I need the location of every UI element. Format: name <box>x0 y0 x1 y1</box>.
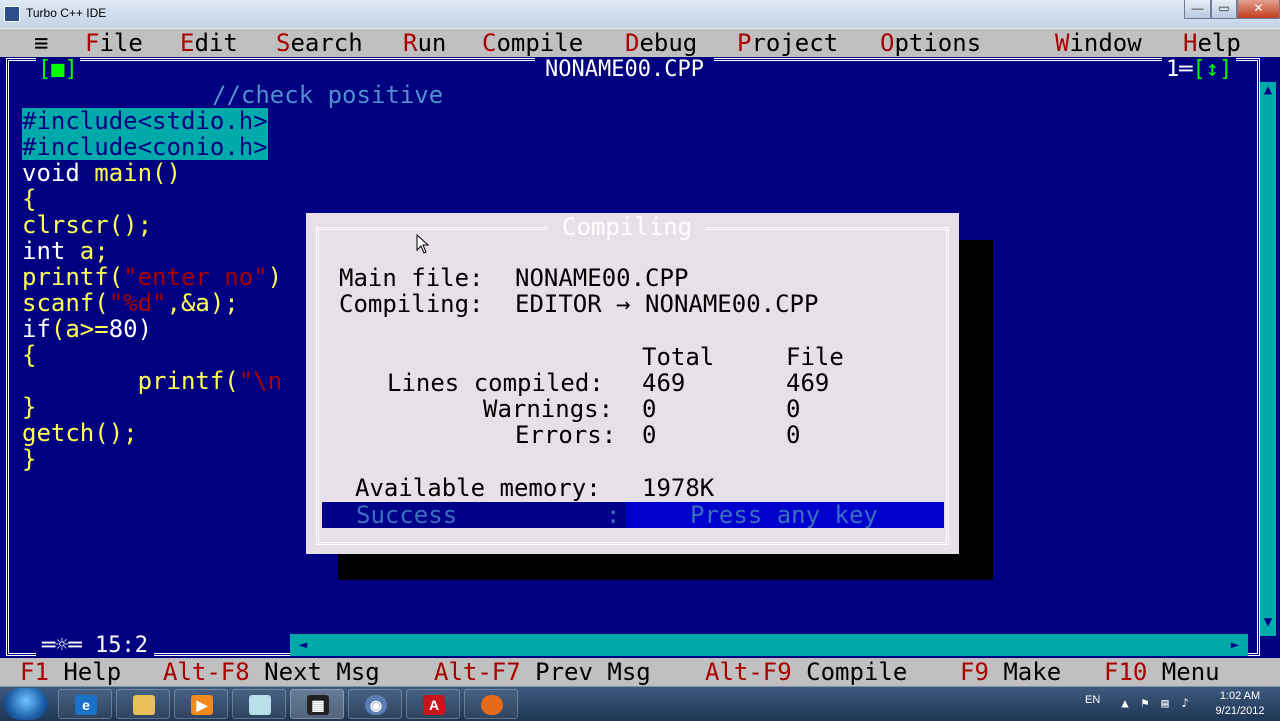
code-line: clrscr(); <box>22 211 153 239</box>
code-line: scanf("%d",&a); <box>22 289 239 317</box>
scroll-up-arrow-icon[interactable]: ▲ <box>1260 82 1276 104</box>
taskbar-app[interactable]: ◉ <box>348 689 402 719</box>
compiling-value: EDITOR → NONAME00.CPP <box>515 290 819 318</box>
code-line: { <box>22 341 37 369</box>
language-indicator[interactable]: EN <box>1085 694 1100 706</box>
turbo-cpp-icon: ▦ <box>307 695 329 715</box>
taskbar-firefox[interactable] <box>464 689 518 719</box>
cursor-position: ═☼═ 15:2 <box>36 634 154 658</box>
close-button[interactable]: ✕ <box>1237 0 1280 19</box>
scroll-right-arrow-icon[interactable]: ► <box>1222 634 1248 656</box>
status-success: Success <box>356 501 458 529</box>
fkey-next-msg[interactable]: Alt-F8 Next Msg <box>163 658 380 686</box>
fkey-help[interactable]: F1 Help <box>20 658 121 686</box>
code-line: void main() <box>22 159 181 187</box>
system-menu-icon[interactable]: ≡ <box>34 29 48 57</box>
compiling-label: Compiling: <box>339 290 484 318</box>
window-title: Turbo C++ IDE <box>26 6 107 20</box>
taskbar-turbo-cpp[interactable]: ▦ <box>290 689 344 719</box>
taskbar-notes[interactable] <box>232 689 286 719</box>
notes-icon <box>249 695 271 715</box>
media-player-icon: ▶ <box>191 695 213 715</box>
warnings-label: Warnings: <box>483 395 614 423</box>
code-line: //check positive <box>212 81 444 109</box>
internet-explorer-icon: e <box>75 695 97 715</box>
menu-bar: ≡ File Edit Search Run Compile Debug Pro… <box>0 28 1280 57</box>
code-line: if(a>=80) <box>22 315 153 343</box>
code-line: { <box>22 185 37 213</box>
menu-edit[interactable]: Edit <box>180 29 238 57</box>
warnings-total: 0 <box>642 395 657 423</box>
main-file-label: Main file: <box>339 264 484 292</box>
code-line: } <box>22 445 37 473</box>
editor-close-box[interactable]: [■] <box>36 58 80 82</box>
dialog-title: Compiling <box>548 213 707 241</box>
code-line: printf("enter no") <box>22 263 283 291</box>
menu-file[interactable]: File <box>85 29 143 57</box>
adobe-reader-icon: A <box>423 695 445 715</box>
column-file-header: File <box>786 343 844 371</box>
taskbar-explorer[interactable] <box>116 689 170 719</box>
windows-taskbar: e ▶ ▦ ◉ A EN ▲ ⚑ ▤ ♪ 1:02 AM 9/21/2012 <box>0 686 1280 721</box>
folder-icon <box>133 695 155 715</box>
network-icon[interactable]: ▤ <box>1158 696 1172 710</box>
taskbar-media-player[interactable]: ▶ <box>174 689 228 719</box>
main-file-value: NONAME00.CPP <box>515 264 689 292</box>
start-button[interactable] <box>4 688 48 720</box>
errors-total: 0 <box>642 421 657 449</box>
clock-date[interactable]: 9/21/2012 <box>1204 705 1276 717</box>
menu-project[interactable]: Project <box>737 29 838 57</box>
menu-options[interactable]: Options <box>880 29 981 57</box>
tray-expand-icon[interactable]: ▲ <box>1118 696 1132 710</box>
clock-time[interactable]: 1:02 AM <box>1210 690 1270 702</box>
function-key-bar: F1 Help Alt-F8 Next Msg Alt-F7 Prev Msg … <box>0 658 1280 686</box>
lines-compiled-label: Lines compiled: <box>387 369 604 397</box>
code-line: int a; <box>22 237 109 265</box>
editor-zoom-box[interactable]: [↕] <box>1193 57 1233 82</box>
warnings-file: 0 <box>786 395 801 423</box>
scroll-down-arrow-icon[interactable]: ▼ <box>1260 614 1276 636</box>
menu-debug[interactable]: Debug <box>625 29 697 57</box>
editor-window-number: 1═[↕] <box>1162 57 1237 82</box>
menu-help[interactable]: Help <box>1183 29 1241 57</box>
fkey-make[interactable]: F9 Make <box>960 658 1061 686</box>
editor-filename: NONAME00.CPP <box>535 58 714 82</box>
errors-label: Errors: <box>515 421 617 449</box>
memory-label: Available memory: <box>355 474 601 502</box>
lines-compiled-total: 469 <box>642 369 686 397</box>
window-titlebar: Turbo C++ IDE — ▭ ✕ <box>0 0 1280 29</box>
memory-value: 1978K <box>642 474 715 502</box>
firefox-icon <box>481 695 503 715</box>
taskbar-ie[interactable]: e <box>58 689 112 719</box>
column-total-header: Total <box>642 343 715 371</box>
vertical-scrollbar[interactable] <box>1260 82 1276 636</box>
compiling-dialog: Compiling Main file: NONAME00.CPP Compil… <box>306 213 959 554</box>
app-icon: ◉ <box>365 695 387 715</box>
minimize-button[interactable]: — <box>1184 0 1211 19</box>
code-line: } <box>22 393 37 421</box>
menu-window[interactable]: Window <box>1055 29 1142 57</box>
scroll-left-arrow-icon[interactable]: ◄ <box>290 634 316 656</box>
code-line: #include<stdio.h> <box>22 107 268 135</box>
lines-compiled-file: 469 <box>786 369 830 397</box>
code-line: getch(); <box>22 419 138 447</box>
menu-search[interactable]: Search <box>276 29 363 57</box>
press-any-key-prompt[interactable]: Press any key <box>690 502 878 528</box>
code-line: #include<conio.h> <box>22 133 268 161</box>
horizontal-scrollbar[interactable] <box>290 634 1246 656</box>
volume-icon[interactable]: ♪ <box>1178 696 1192 710</box>
fkey-prev-msg[interactable]: Alt-F7 Prev Msg <box>434 658 651 686</box>
code-line: printf("\n <box>22 367 283 395</box>
app-icon <box>4 6 20 22</box>
menu-compile[interactable]: Compile <box>482 29 583 57</box>
errors-file: 0 <box>786 421 801 449</box>
action-center-icon[interactable]: ⚑ <box>1138 696 1152 710</box>
maximize-button[interactable]: ▭ <box>1211 0 1237 19</box>
taskbar-adobe-reader[interactable]: A <box>406 689 460 719</box>
fkey-compile[interactable]: Alt-F9 Compile <box>705 658 907 686</box>
fkey-menu[interactable]: F10 Menu <box>1104 658 1220 686</box>
mouse-pointer-icon <box>416 234 430 254</box>
menu-run[interactable]: Run <box>403 29 446 57</box>
status-separator: : <box>606 501 621 529</box>
